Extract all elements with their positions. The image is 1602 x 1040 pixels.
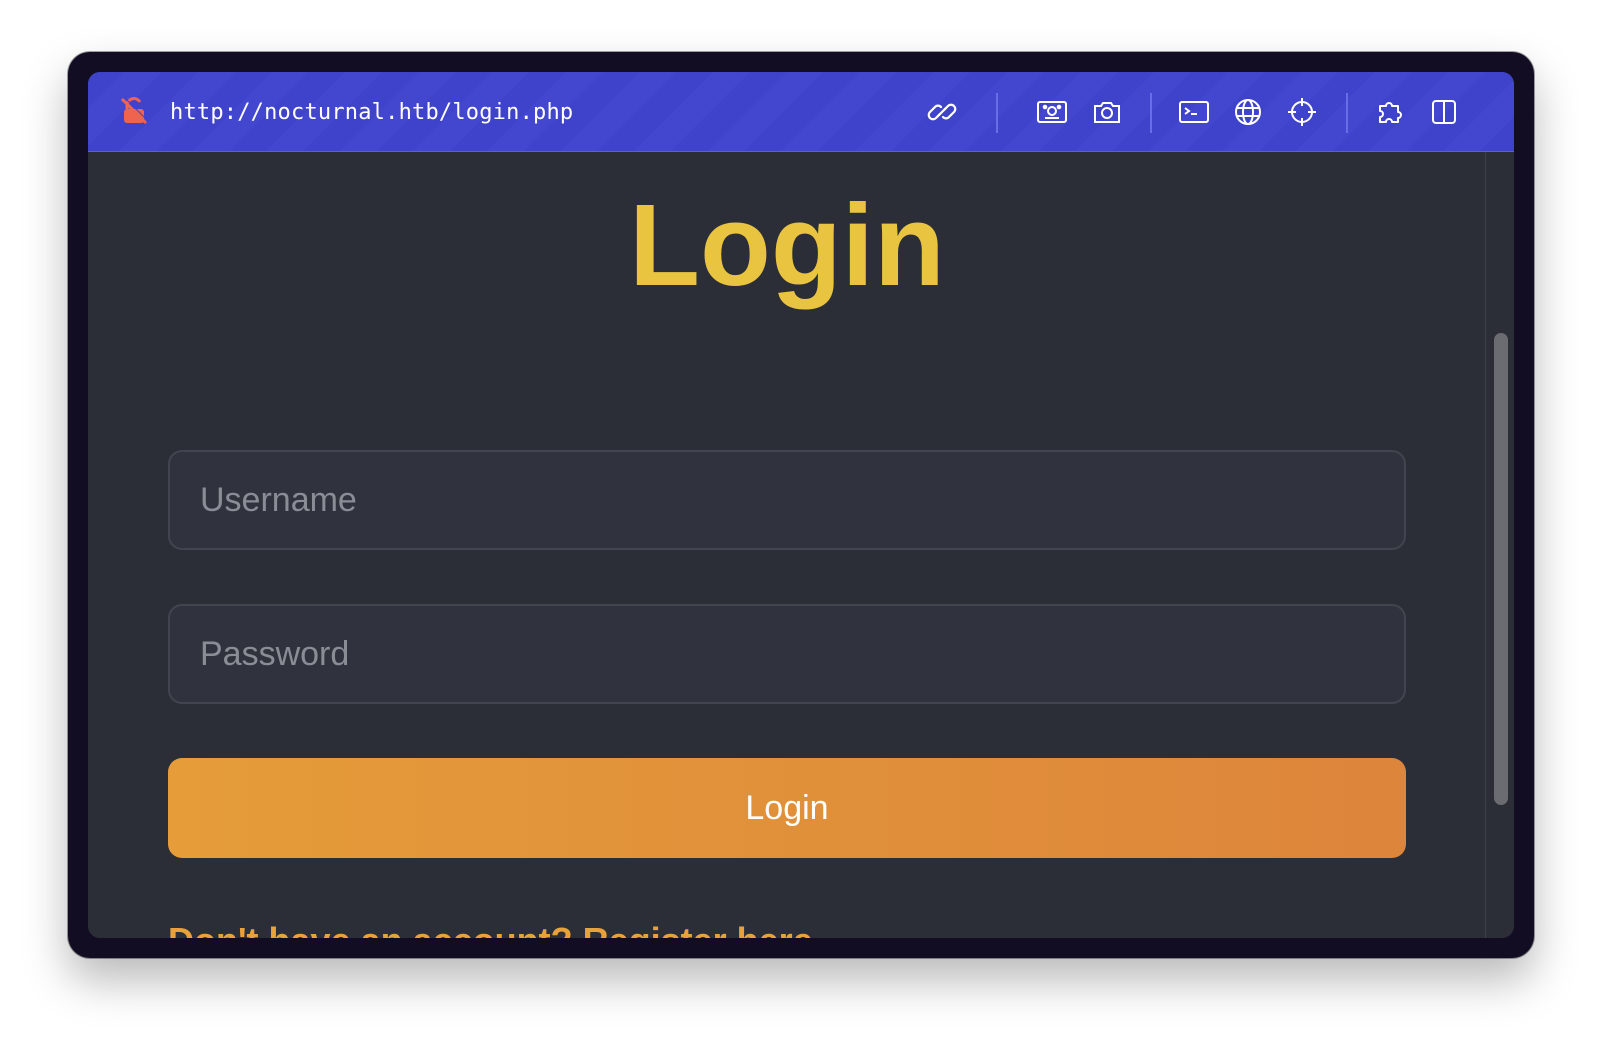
sidebar-icon[interactable] <box>1426 94 1462 130</box>
toolbar-separator <box>1346 93 1348 133</box>
puzzle-icon[interactable] <box>1372 94 1408 130</box>
login-button[interactable]: Login <box>168 758 1406 858</box>
image-icon[interactable] <box>1034 94 1070 130</box>
username-input[interactable] <box>168 450 1406 550</box>
browser-viewport: http://nocturnal.htb/login.php Login Use… <box>88 72 1514 938</box>
crosshair-icon[interactable] <box>1284 94 1320 130</box>
toolbar-separator <box>996 93 998 133</box>
browser-toolbar: http://nocturnal.htb/login.php <box>88 72 1514 152</box>
terminal-icon[interactable] <box>1176 94 1212 130</box>
browser-window: http://nocturnal.htb/login.php Login Use… <box>68 52 1534 958</box>
password-input[interactable] <box>168 604 1406 704</box>
lock-off-icon[interactable] <box>116 93 152 129</box>
scrollbar-thumb[interactable] <box>1494 333 1508 805</box>
toolbar-separator <box>1150 93 1152 133</box>
scrollbar-track[interactable] <box>1485 152 1514 938</box>
globe-icon[interactable] <box>1230 94 1266 130</box>
camera-icon[interactable] <box>1089 94 1125 130</box>
url-text[interactable]: http://nocturnal.htb/login.php <box>170 98 573 128</box>
page-title: Login <box>629 180 945 310</box>
link-icon[interactable] <box>924 94 960 130</box>
register-link[interactable]: Don't have an account? Register here <box>168 920 813 938</box>
page-content: Login Login Don't have an account? Regis… <box>88 152 1486 938</box>
